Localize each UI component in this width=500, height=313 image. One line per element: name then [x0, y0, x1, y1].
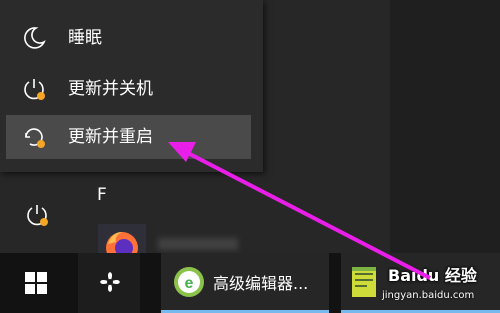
- power-menu: 睡眠 更新并关机 更新并重启: [0, 0, 263, 172]
- svg-text:e: e: [185, 275, 194, 292]
- moon-icon: [24, 27, 46, 49]
- menu-item-update-restart[interactable]: 更新并重启: [6, 115, 251, 159]
- power-update-icon: [24, 79, 45, 100]
- menu-item-label: 睡眠: [68, 28, 102, 48]
- menu-item-sleep[interactable]: 睡眠: [6, 16, 251, 60]
- menu-item-label: 更新并重启: [68, 127, 153, 147]
- restart-update-icon: [25, 128, 45, 148]
- taskbar-app-label: 高级编辑器...: [213, 274, 309, 293]
- watermark-brand: Baidu 经验: [388, 266, 477, 285]
- app-list-section-letter[interactable]: F: [97, 185, 107, 205]
- notepad-icon: [352, 267, 376, 297]
- taskbar-app-fan[interactable]: [78, 253, 140, 313]
- menu-item-update-shutdown[interactable]: 更新并关机: [6, 67, 251, 111]
- windows-start-icon[interactable]: [10, 263, 62, 305]
- taskbar-app-advanced-editor[interactable]: e 高级编辑器...: [161, 253, 329, 313]
- start-menu: 睡眠 更新并关机 更新并重启 F: [0, 0, 390, 264]
- menu-item-label: 更新并关机: [68, 79, 153, 99]
- editor-e-icon: e: [174, 267, 204, 297]
- blurred-app-name: [158, 238, 238, 250]
- baidu-jingyan-watermark: Baidu 经验 jingyan.baidu.com: [380, 262, 498, 310]
- power-update-icon[interactable]: [24, 202, 50, 228]
- watermark-url: jingyan.baidu.com: [382, 290, 475, 301]
- fan-icon: [100, 272, 120, 292]
